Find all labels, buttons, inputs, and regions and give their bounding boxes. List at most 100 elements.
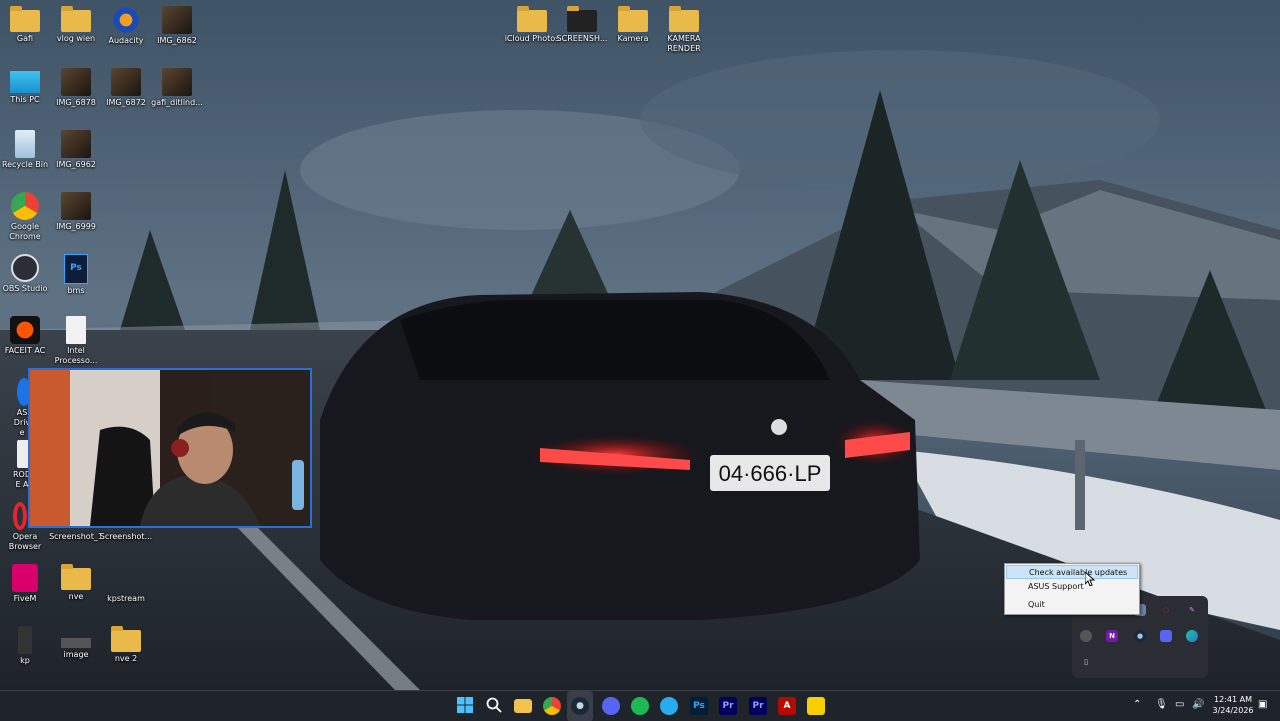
- desktop-icon-label: IMG_6878: [56, 98, 96, 107]
- desktop-icon-faceit[interactable]: FACEIT AC: [0, 316, 53, 356]
- desktop-icon-fivem[interactable]: FiveM: [0, 564, 53, 604]
- tray-context-menu: Check available updates ASUS Support Qui…: [1004, 563, 1140, 615]
- usb-icon[interactable]: ▯: [1080, 656, 1092, 668]
- fivem-icon: [12, 564, 38, 592]
- microphone-icon[interactable]: 🎙: [1155, 699, 1168, 710]
- chrome-icon[interactable]: [543, 697, 561, 715]
- desktop-icon-screensh[interactable]: SCREENSH...: [554, 6, 610, 44]
- desktop-icon-label: Recycle Bin: [1, 160, 49, 169]
- image-thumbnail-icon: [61, 68, 91, 96]
- desktop-icon-gafi[interactable]: Gafi: [0, 6, 53, 44]
- desktop-icon-image[interactable]: image: [48, 626, 104, 660]
- menu-item-check-updates[interactable]: Check available updates: [1006, 565, 1138, 579]
- desktop-icon-label: IMG_6872: [106, 98, 146, 107]
- desktop-icon-label: IMG_6862: [157, 36, 197, 45]
- chrome-icon: [11, 192, 39, 220]
- desktop-icon-label: gafi_ditlind...: [151, 98, 203, 107]
- desktop-icon-img6878[interactable]: IMG_6878: [48, 68, 104, 108]
- desktop-icon-label: Opera Browser: [8, 532, 42, 551]
- recycle-bin-icon: [15, 130, 35, 158]
- app-icon-red[interactable]: ◌: [1160, 604, 1172, 616]
- desktop-icon-label: This PC: [10, 95, 40, 104]
- menu-item-asus-support[interactable]: ASUS Support: [1006, 580, 1138, 594]
- clock-time[interactable]: 12:41 AM: [1210, 695, 1256, 704]
- desktop-icon-label: Gafi: [16, 34, 34, 43]
- clock-date[interactable]: 3/24/2026: [1210, 706, 1256, 715]
- obs-icon: [11, 254, 39, 282]
- desktop-icon-label: Intel Processo...: [54, 346, 98, 365]
- steam-icon[interactable]: ●: [1134, 630, 1146, 642]
- desktop-icon-img6962[interactable]: IMG_6962: [48, 130, 104, 170]
- desktop-icon-label: OBS Studio: [2, 284, 48, 293]
- photoshop-file-icon: Ps: [64, 254, 88, 284]
- photoshop-icon[interactable]: Ps: [690, 697, 708, 715]
- image-thumbnail-icon: [162, 6, 192, 34]
- file-explorer-icon[interactable]: [514, 699, 532, 713]
- folder-icon: [61, 564, 91, 590]
- notification-icon[interactable]: ▣: [1258, 699, 1267, 710]
- desktop-icon-kp[interactable]: kp: [0, 626, 53, 666]
- license-plate-text: 04·666·LP: [719, 461, 822, 486]
- desktop-icon-label: Audacity: [108, 36, 144, 45]
- taskbar: ● Ps Pr Pr A ⌃ 🎙 ▭ 🔊 12:41 AM 3/24/2026 …: [0, 690, 1280, 721]
- premiere-icon[interactable]: Pr: [719, 697, 737, 715]
- desktop-icon-intel[interactable]: Intel Processo...: [48, 316, 104, 366]
- desktop-icon-kpstream[interactable]: kpstream: [98, 564, 154, 604]
- desktop-icon-obs[interactable]: OBS Studio: [0, 254, 53, 294]
- desktop-icon-label: kp: [20, 656, 30, 665]
- sticky-app-icon[interactable]: [807, 697, 825, 715]
- desktop-icon-label: Screenshot...: [99, 532, 153, 541]
- image-file-icon: [61, 638, 91, 648]
- desktop-icon-kamera[interactable]: Kamera: [605, 6, 661, 44]
- spotify-icon[interactable]: [631, 697, 649, 715]
- discord-icon[interactable]: [602, 697, 620, 715]
- desktop-icon-chrome[interactable]: Google Chrome: [0, 192, 53, 242]
- desktop-icon-nve2[interactable]: nve 2: [98, 626, 154, 664]
- desktop-icon-img6999[interactable]: IMG_6999: [48, 192, 104, 232]
- image-thumbnail-icon: [61, 192, 91, 220]
- desktop-icon-label: image: [63, 650, 89, 659]
- folder-icon: [669, 6, 699, 32]
- folder-icon: [61, 6, 91, 32]
- desktop-icon-img6862[interactable]: IMG_6862: [149, 6, 205, 46]
- desktop-icon-label: bms: [67, 286, 85, 295]
- unknown-app-icon[interactable]: [1080, 630, 1092, 642]
- desktop-icon-bms[interactable]: Ps bms: [48, 254, 104, 296]
- chevron-up-icon[interactable]: ⌃: [1133, 699, 1141, 710]
- onenote-icon[interactable]: N: [1106, 630, 1118, 642]
- desktop-icon-label: vlog wien: [56, 34, 96, 43]
- desktop-icon-gafidit[interactable]: gafi_ditlind...: [149, 68, 205, 108]
- search-icon[interactable]: [485, 697, 503, 715]
- shield-icon[interactable]: [1186, 630, 1198, 642]
- desktop-icon-vlog[interactable]: vlog wien: [48, 6, 104, 44]
- volume-icon[interactable]: 🔊: [1192, 699, 1204, 710]
- premiere-icon-2[interactable]: Pr: [749, 697, 767, 715]
- faceit-icon: [10, 316, 40, 344]
- desktop-icon-label: iCloud Photos: [504, 34, 560, 43]
- desktop-icon-label: kpstream: [107, 594, 145, 603]
- desktop-icon-label: FiveM: [13, 594, 37, 603]
- desktop-icon-label: Google Chrome: [9, 222, 41, 241]
- menu-item-quit[interactable]: Quit: [1006, 598, 1138, 612]
- desktop-icon-label: Screenshot_1: [49, 532, 103, 541]
- desktop-icon-kamerarender[interactable]: KAMERA RENDER: [656, 6, 712, 54]
- desktop-icon-img6872[interactable]: IMG_6872: [98, 68, 154, 108]
- acrobat-icon[interactable]: A: [778, 697, 796, 715]
- steam-icon[interactable]: ●: [571, 697, 589, 715]
- desktop-icon-thispc[interactable]: This PC: [0, 68, 53, 105]
- folder-icon: [111, 626, 141, 652]
- network-icon[interactable]: ▭: [1175, 699, 1184, 710]
- desktop-icon-label: FACEIT AC: [4, 346, 46, 355]
- telegram-icon[interactable]: [660, 697, 678, 715]
- desktop-icon-nve[interactable]: nve: [48, 564, 104, 602]
- desktop-icon-icloud[interactable]: iCloud Photos: [504, 6, 560, 44]
- mouse-cursor-icon: [1085, 572, 1095, 586]
- discord-icon[interactable]: [1160, 630, 1172, 642]
- desktop-icon-audacity[interactable]: Audacity: [98, 6, 154, 46]
- desktop-icon-label: nve: [68, 592, 84, 601]
- image-thumbnail-icon: [111, 68, 141, 96]
- desktop-icon-recycle[interactable]: Recycle Bin: [0, 130, 53, 170]
- feather-icon[interactable]: ✎: [1186, 604, 1198, 616]
- windows-start-icon[interactable]: [456, 697, 474, 715]
- webcam-person-image: [30, 370, 310, 526]
